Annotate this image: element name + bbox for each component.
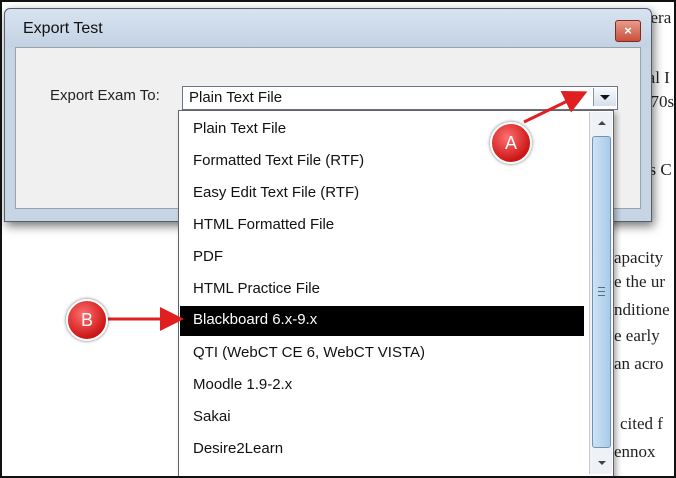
dialog-titlebar[interactable]: Export Test × (5, 9, 651, 47)
close-button[interactable]: × (615, 20, 641, 42)
list-item-html-practice[interactable]: HTML Practice File (193, 280, 320, 297)
scroll-up-button[interactable] (592, 115, 610, 131)
list-item-rtf[interactable]: Formatted Text File (RTF) (193, 152, 364, 169)
list-item-moodle[interactable]: Moodle 1.9-2.x (193, 376, 292, 393)
list-item-sakai[interactable]: Sakai (193, 408, 231, 425)
list-item-desire2learn[interactable]: Desire2Learn (193, 440, 283, 457)
list-item-blackboard-selected[interactable]: Blackboard 6.x-9.x (180, 306, 584, 336)
export-exam-label: Export Exam To: (50, 87, 160, 104)
scrollbar-thumb[interactable] (592, 136, 611, 448)
list-item-easy-edit-rtf[interactable]: Easy Edit Text File (RTF) (193, 184, 359, 201)
doc-text: e early (614, 326, 660, 345)
arrow-up-icon (598, 121, 606, 125)
annotation-marker-b: B (66, 299, 108, 341)
doc-text: ennox (614, 442, 656, 461)
export-format-dropdown-list: Plain Text File Formatted Text File (RTF… (178, 110, 614, 476)
list-item-plain-text[interactable]: Plain Text File (193, 120, 286, 137)
screenshot-frame: pera ral I 970s es C apacity e the ur nd… (0, 0, 676, 478)
doc-text: an acro (614, 354, 664, 373)
dialog-title: Export Test (23, 20, 103, 37)
export-format-combobox[interactable]: Plain Text File (182, 86, 618, 110)
doc-text: nditione (614, 300, 670, 319)
list-item-label: Blackboard 6.x-9.x (193, 311, 318, 328)
combobox-value: Plain Text File (189, 89, 283, 106)
list-item-html-formatted[interactable]: HTML Formatted File (193, 216, 334, 233)
doc-text: cited f (620, 414, 663, 433)
list-scrollbar[interactable] (589, 112, 612, 474)
arrow-down-icon (598, 461, 606, 465)
scroll-down-button[interactable] (592, 455, 610, 471)
marker-b-label: B (80, 310, 93, 330)
list-item-qti[interactable]: QTI (WebCT CE 6, WebCT VISTA) (193, 344, 425, 361)
chevron-down-icon (600, 95, 610, 100)
combobox-dropdown-button[interactable] (593, 88, 616, 106)
list-item-pdf[interactable]: PDF (193, 248, 223, 265)
close-icon: × (624, 23, 632, 38)
doc-text: apacity (614, 248, 664, 267)
grip-icon (598, 287, 605, 296)
annotation-marker-a: A (490, 122, 532, 164)
doc-text: e the ur (614, 272, 665, 291)
marker-a-label: A (504, 133, 517, 153)
